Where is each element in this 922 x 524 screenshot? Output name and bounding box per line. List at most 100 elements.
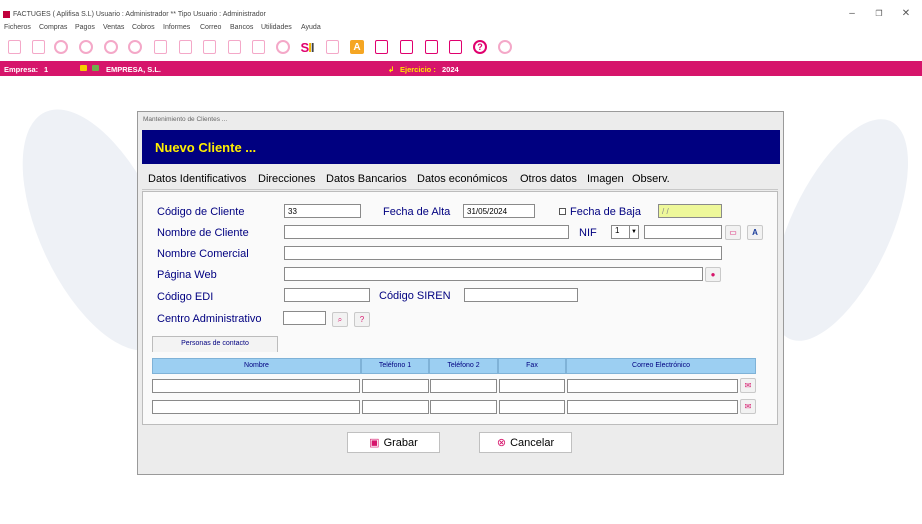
codigo-input[interactable] xyxy=(284,204,361,218)
dialog-header: Nuevo Cliente ... xyxy=(142,130,780,164)
menu-pagos[interactable]: Pagos xyxy=(75,24,95,31)
row2-telefono2-cell[interactable] xyxy=(430,400,497,414)
globe-icon[interactable]: ● xyxy=(705,267,721,282)
power-icon[interactable] xyxy=(497,39,513,55)
tab-datos-identificativos[interactable]: Datos Identificativos xyxy=(148,173,246,185)
fecha-baja-label: Fecha de Baja xyxy=(570,206,641,218)
group-icon[interactable] xyxy=(103,39,119,55)
sii-icon[interactable]: SII xyxy=(299,39,315,55)
euro-doc-icon[interactable] xyxy=(250,39,266,55)
nombre-comercial-input[interactable] xyxy=(284,246,722,260)
col-nombre: Nombre xyxy=(152,358,361,374)
a-icon[interactable]: A xyxy=(349,39,365,55)
edi-label: Código EDI xyxy=(157,291,214,303)
cancel-button[interactable]: ⊗ Cancelar xyxy=(479,432,572,453)
nif-type-value: 1 xyxy=(615,226,620,235)
menu-compras[interactable]: Compras xyxy=(39,24,67,31)
row1-correo-cell[interactable] xyxy=(567,379,738,393)
documents-icon[interactable] xyxy=(30,39,46,55)
ejercicio-icon: ↲ xyxy=(388,65,395,74)
row1-nombre-cell[interactable] xyxy=(152,379,360,393)
file-icon[interactable] xyxy=(226,39,242,55)
identification-panel: Código de Cliente Fecha de Alta Fecha de… xyxy=(142,191,778,425)
tab-datos-bancarios[interactable]: Datos Bancarios xyxy=(326,173,407,185)
fecha-baja-checkbox[interactable] xyxy=(559,208,566,215)
row2-telefono1-cell[interactable] xyxy=(362,400,429,414)
edit-icon[interactable] xyxy=(177,39,193,55)
nif-label: NIF xyxy=(579,227,597,239)
window-title: FACTUGES ( Aplifisa S.L) Usuario : Admin… xyxy=(13,11,266,18)
web-input[interactable] xyxy=(284,267,703,281)
menu-correo[interactable]: Correo xyxy=(200,24,221,31)
help-icon[interactable]: ? xyxy=(472,39,488,55)
tab-imagen[interactable]: Imagen xyxy=(587,173,624,185)
clients-icon[interactable] xyxy=(127,39,143,55)
fecha-alta-input[interactable] xyxy=(463,204,535,218)
calculator-icon[interactable] xyxy=(423,39,439,55)
tab-observ[interactable]: Observ. xyxy=(632,173,670,185)
minimize-button[interactable]: – xyxy=(845,9,859,19)
building-icon xyxy=(92,65,99,71)
row2-correo-cell[interactable] xyxy=(567,400,738,414)
calendar-icon[interactable] xyxy=(373,39,389,55)
search-icon[interactable]: ⌕ xyxy=(332,312,348,327)
close-button[interactable]: ✕ xyxy=(899,9,913,19)
id-card-icon[interactable]: ▭ xyxy=(725,225,741,240)
siren-label: Código SIREN xyxy=(379,290,451,302)
tab-otros-datos[interactable]: Otros datos xyxy=(520,173,577,185)
nif-input[interactable] xyxy=(644,225,722,239)
validate-nif-icon[interactable]: A xyxy=(747,225,763,240)
save-button[interactable]: ▣ Grabar xyxy=(347,432,440,453)
empresa-number: 1 xyxy=(44,65,49,74)
ejercicio-value: 2024 xyxy=(442,65,459,74)
row2-nombre-cell[interactable] xyxy=(152,400,360,414)
codigo-label: Código de Cliente xyxy=(157,206,245,218)
invoice-icon[interactable] xyxy=(6,39,22,55)
row1-telefono1-cell[interactable] xyxy=(362,379,429,393)
tab-datos-economicos[interactable]: Datos económicos xyxy=(417,173,508,185)
report-icon[interactable] xyxy=(201,39,217,55)
euro-bag-icon[interactable] xyxy=(275,39,291,55)
mail-icon[interactable]: ✉ xyxy=(740,399,756,414)
centro-input[interactable] xyxy=(283,311,326,325)
row1-fax-cell[interactable] xyxy=(499,379,565,393)
tab-direcciones[interactable]: Direcciones xyxy=(258,173,315,185)
menu-informes[interactable]: Informes xyxy=(163,24,190,31)
menu-ayuda[interactable]: Ayuda xyxy=(301,24,321,31)
mail-icon[interactable]: ✉ xyxy=(740,378,756,393)
edi-input[interactable] xyxy=(284,288,370,302)
centro-label: Centro Administrativo xyxy=(157,313,262,325)
menu-bancos[interactable]: Bancos xyxy=(230,24,253,31)
menu-bar: Ficheros Compras Pagos Ventas Cobros Inf… xyxy=(0,22,922,35)
exit-window-icon[interactable] xyxy=(447,39,463,55)
person-icon[interactable] xyxy=(78,39,94,55)
save-icon: ▣ xyxy=(369,437,380,449)
cancel-label: Cancelar xyxy=(510,436,555,449)
title-bar: FACTUGES ( Aplifisa S.L) Usuario : Admin… xyxy=(0,0,922,22)
menu-ficheros[interactable]: Ficheros xyxy=(4,24,31,31)
dialog-header-title: Nuevo Cliente ... xyxy=(155,140,257,155)
menu-utilidades[interactable]: Utilidades xyxy=(261,24,292,31)
users-icon[interactable] xyxy=(53,39,69,55)
col-fax: Fax xyxy=(498,358,566,374)
maximize-button[interactable]: ❐ xyxy=(872,9,886,19)
nombre-input[interactable] xyxy=(284,225,569,239)
web-label: Página Web xyxy=(157,269,217,281)
row2-fax-cell[interactable] xyxy=(499,400,565,414)
menu-ventas[interactable]: Ventas xyxy=(103,24,124,31)
fecha-baja-input[interactable] xyxy=(658,204,722,218)
row1-telefono2-cell[interactable] xyxy=(430,379,497,393)
col-correo: Correo Electrónico xyxy=(566,358,756,374)
tab-divider xyxy=(142,189,778,190)
calendar-doc-icon[interactable] xyxy=(324,39,340,55)
ejercicio-label: Ejercicio : xyxy=(400,65,436,74)
list-icon[interactable] xyxy=(152,39,168,55)
nif-type-select[interactable]: 1 ▼ xyxy=(611,225,639,239)
col-telefono1: Teléfono 1 xyxy=(361,358,429,374)
contacts-tab[interactable]: Personas de contacto xyxy=(152,336,278,352)
help-small-icon[interactable]: ? xyxy=(354,312,370,327)
siren-input[interactable] xyxy=(464,288,578,302)
nombre-comercial-label: Nombre Comercial xyxy=(157,248,249,260)
monitor-icon[interactable] xyxy=(398,39,414,55)
menu-cobros[interactable]: Cobros xyxy=(132,24,155,31)
